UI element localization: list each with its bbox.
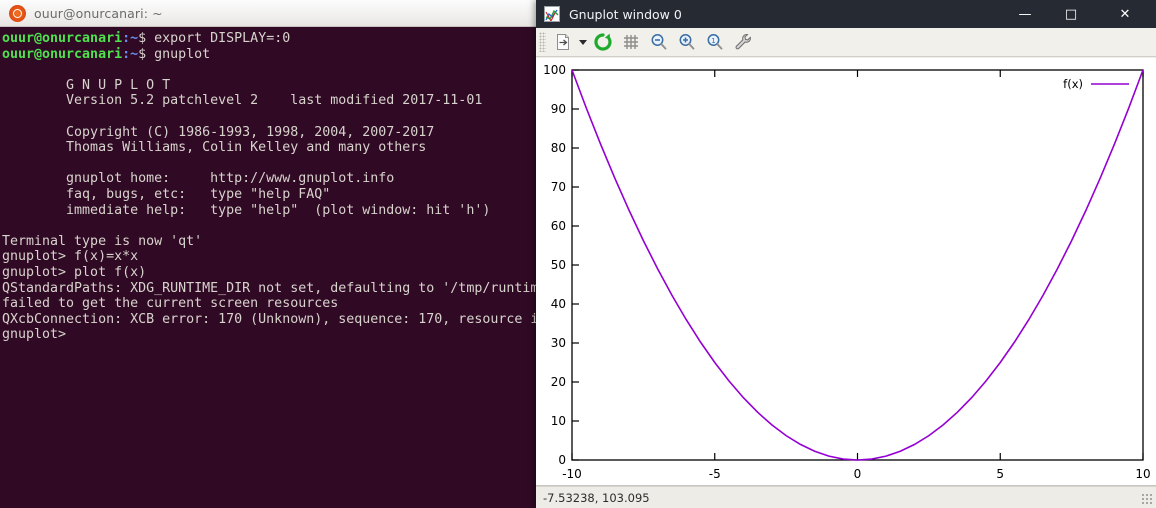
screen: ouur@onurcanari: ~ ouur@onurcanari:~$ ex… [0, 0, 1156, 508]
terminal-output-line: gnuplot> f(x)=x*x [2, 249, 139, 265]
terminal-window: ouur@onurcanari: ~ ouur@onurcanari:~$ ex… [0, 0, 540, 508]
y-tick-label: 10 [551, 414, 566, 428]
export-dropdown[interactable] [577, 30, 589, 54]
terminal-output-area[interactable]: ouur@onurcanari:~$ export DISPLAY=:0 ouur… [0, 27, 540, 508]
terminal-title: ouur@onurcanari: ~ [34, 5, 163, 21]
gnuplot-window: Gnuplot window 0 — □ ✕ 1 0 10 20 30 40 5… [536, 0, 1156, 508]
prompt-path: :~ [122, 31, 139, 46]
svg-text:1: 1 [711, 37, 715, 45]
terminal-output-line: QXcbConnection: XCB error: 170 (Unknown)… [2, 311, 540, 327]
y-tick-label: 60 [551, 219, 566, 233]
replot-button[interactable] [590, 30, 616, 54]
resize-grip[interactable] [1141, 493, 1154, 506]
grid-toggle-button[interactable] [618, 30, 644, 54]
terminal-output-line: gnuplot> [2, 327, 67, 343]
legend-label: f(x) [1063, 77, 1083, 91]
y-tick-label: 80 [551, 141, 566, 155]
prompt-path: :~ [122, 46, 139, 62]
y-tick-label: 70 [551, 180, 566, 194]
y-tick-label: 50 [551, 258, 566, 272]
y-tick-label: 40 [551, 297, 566, 311]
y-tick-label: 0 [558, 453, 566, 467]
y-tick-label: 100 [543, 63, 566, 77]
minimize-button[interactable]: — [1002, 0, 1048, 28]
toolbar-drag-handle[interactable] [539, 32, 546, 52]
cursor-coordinates: -7.53238, 103.095 [543, 490, 650, 505]
terminal-output-line: Version 5.2 patchlevel 2 last modified 2… [2, 93, 483, 109]
terminal-output-line: QStandardPaths: XDG_RUNTIME_DIR not set,… [2, 280, 540, 296]
terminal-output-line: gnuplot home: http://www.gnuplot.info [2, 171, 395, 187]
chevron-down-icon [579, 39, 587, 45]
terminal-output-line: Thomas Williams, Colin Kelley and many o… [2, 140, 427, 156]
maximize-button[interactable]: □ [1048, 0, 1094, 28]
zoom-reset-button[interactable]: 1 [702, 30, 728, 54]
maximize-icon: □ [1064, 6, 1078, 22]
zoom-out-button[interactable] [646, 30, 672, 54]
y-tick-label: 30 [551, 336, 566, 350]
gnuplot-chart-icon [544, 6, 560, 22]
x-tick-label: -10 [562, 467, 582, 481]
terminal-command-line: ouur@onurcanari:~$ gnuplot [2, 47, 540, 63]
export-button[interactable] [550, 30, 576, 54]
terminal-output-line: Terminal type is now 'qt' [2, 233, 203, 249]
terminal-output-line: Copyright (C) 1986-1993, 1998, 2004, 200… [2, 124, 435, 140]
refresh-icon [594, 33, 612, 51]
terminal-output-line: failed to get the current screen resourc… [2, 296, 339, 312]
zoom-in-button[interactable] [674, 30, 700, 54]
terminal-output-line: gnuplot> plot f(x) [2, 264, 147, 280]
close-button[interactable]: ✕ [1102, 0, 1148, 28]
gnuplot-toolbar: 1 [536, 28, 1156, 57]
y-tick-label: 20 [551, 375, 566, 389]
zoom-out-icon [651, 34, 667, 50]
prompt-user: ouur@onurcanari [2, 46, 123, 62]
prompt-command: $ export DISPLAY=:0 [138, 31, 291, 46]
gnuplot-titlebar[interactable]: Gnuplot window 0 — □ ✕ [536, 0, 1156, 28]
prompt-user: ouur@onurcanari [2, 31, 123, 46]
y-tick-label: 90 [551, 102, 566, 116]
zoom-reset-icon: 1 [707, 34, 723, 50]
plot-canvas[interactable]: 0 10 20 30 40 50 60 70 80 90 100 -10 -5 0 5 10 f(x) [536, 58, 1156, 486]
minimize-icon: — [1018, 6, 1032, 22]
x-tick-label: 5 [996, 467, 1004, 481]
grid-icon [624, 35, 638, 49]
gnuplot-statusbar: -7.53238, 103.095 [536, 486, 1156, 508]
close-icon: ✕ [1119, 6, 1131, 22]
terminal-output-line: faq, bugs, etc: type "help FAQ" [2, 186, 331, 202]
ubuntu-logo-icon [9, 4, 26, 22]
gnuplot-window-title: Gnuplot window 0 [569, 6, 682, 22]
x-tick-label: 0 [854, 467, 862, 481]
terminal-output-line: immediate help: type "help" (plot window… [2, 202, 491, 218]
export-page-icon [557, 34, 569, 50]
x-tick-label: -5 [709, 467, 721, 481]
gnuplot-figure: 0 10 20 30 40 50 60 70 80 90 100 -10 -5 0 5 10 f(x) [536, 58, 1156, 485]
terminal-titlebar[interactable]: ouur@onurcanari: ~ [0, 0, 540, 27]
wrench-icon [735, 34, 751, 50]
zoom-in-icon [679, 34, 695, 50]
x-tick-label: 10 [1135, 467, 1150, 481]
settings-button[interactable] [730, 30, 756, 54]
prompt-command: $ gnuplot [138, 46, 211, 62]
terminal-command-line: ouur@onurcanari:~$ export DISPLAY=:0 [2, 31, 540, 47]
terminal-output-line: G N U P L O T [2, 77, 171, 93]
